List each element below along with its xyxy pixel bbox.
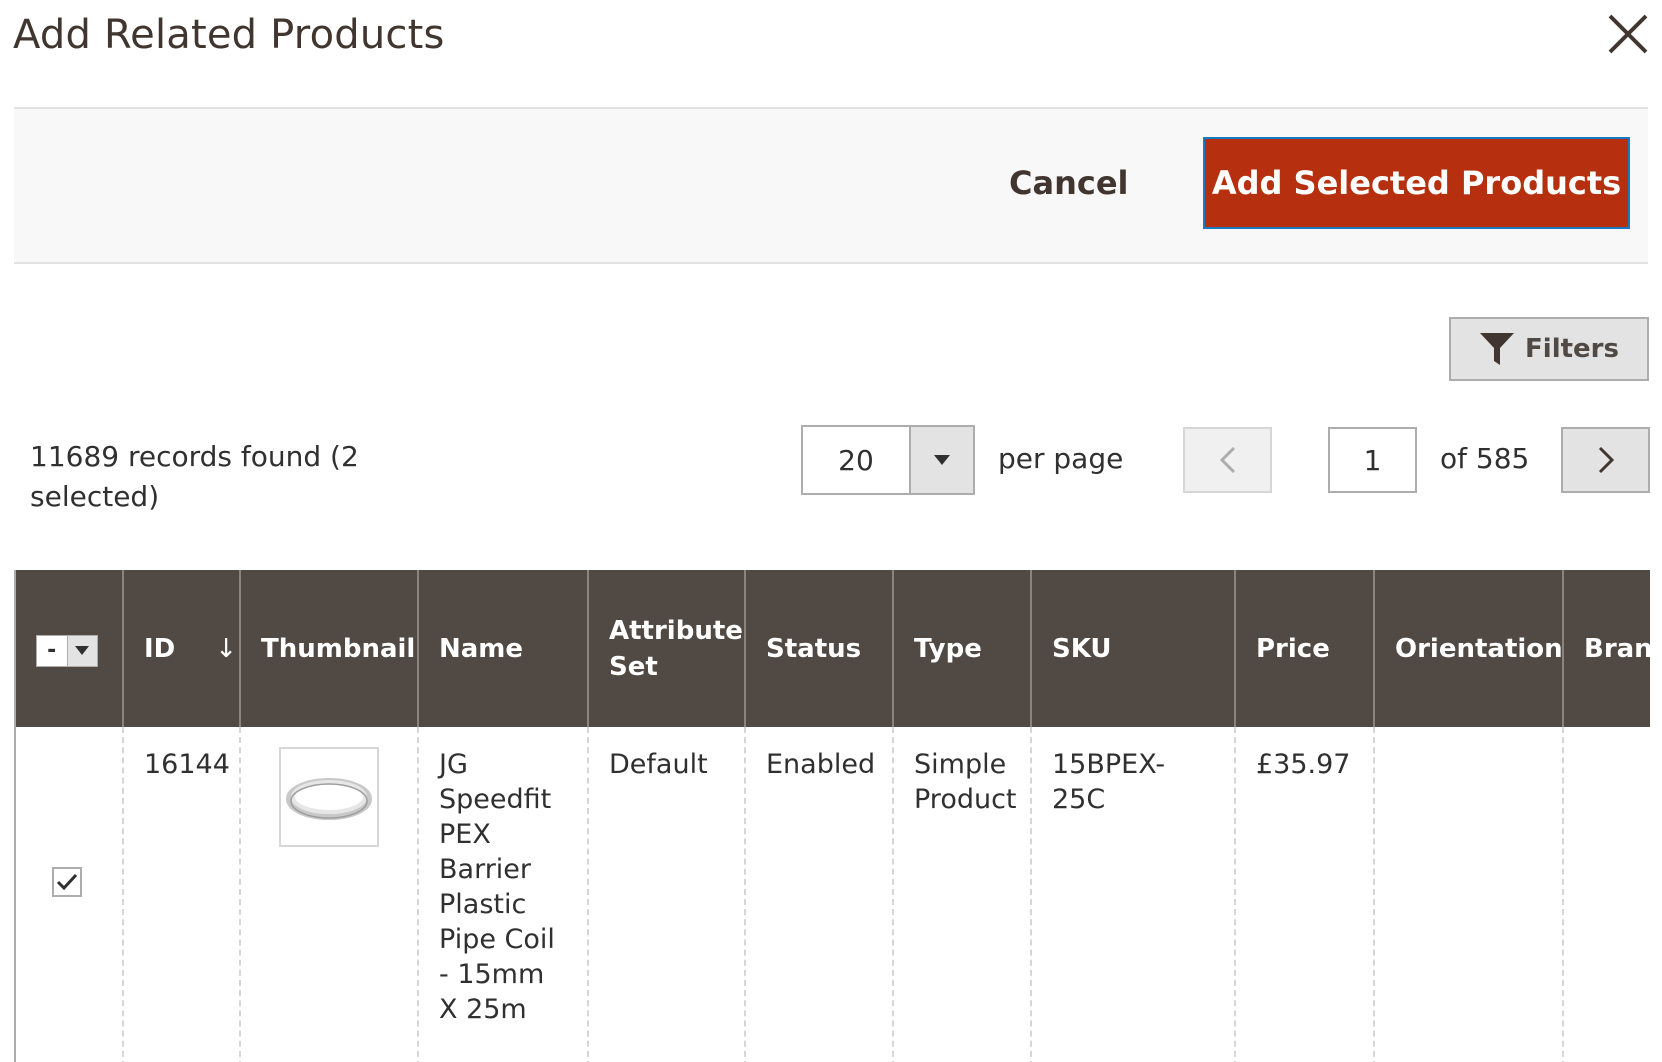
table-row: 16144 JG Speedfit PEX Barrier Plastic Pi… — [16, 727, 1650, 1062]
column-header-thumbnail: Thumbnail — [240, 570, 419, 727]
chevron-left-icon — [1219, 446, 1235, 474]
table-header-row: - ID ↓ Thumbnail Name Attribute Set Statu… — [16, 570, 1650, 727]
cell-status: Enabled — [745, 727, 894, 1062]
column-header-type[interactable]: Type — [893, 570, 1032, 727]
column-header-id[interactable]: ID ↓ — [123, 570, 241, 727]
column-header-attribute-set[interactable]: Attribute Set — [588, 570, 746, 727]
pipe-coil-icon — [286, 778, 372, 820]
close-icon — [1608, 14, 1648, 54]
cell-sku: 15BPEX-25C — [1031, 727, 1236, 1062]
cell-thumbnail — [240, 727, 419, 1062]
column-header-status[interactable]: Status — [745, 570, 894, 727]
row-checkbox[interactable] — [52, 867, 82, 897]
funnel-icon — [1480, 333, 1515, 365]
cell-orientation — [1374, 727, 1564, 1062]
mass-select-dropdown[interactable]: - — [36, 634, 98, 667]
modal-action-bar: Cancel Add Selected Products — [14, 107, 1648, 264]
total-pages: of 585 — [1440, 442, 1530, 475]
per-page-select[interactable]: 20 — [801, 425, 975, 495]
cell-name: JG Speedfit PEX Barrier Plastic Pipe Coi… — [418, 727, 589, 1062]
per-page-value: 20 — [838, 443, 874, 477]
products-table: - ID ↓ Thumbnail Name Attribute Set Statu… — [16, 570, 1650, 1062]
modal-title: Add Related Products — [13, 12, 445, 58]
close-button[interactable] — [1604, 10, 1652, 58]
column-header-sku[interactable]: SKU — [1031, 570, 1236, 727]
add-selected-products-button[interactable]: Add Selected Products — [1203, 137, 1630, 229]
checkmark-icon — [56, 873, 78, 891]
column-label-id: ID — [144, 633, 176, 664]
caret-down-icon — [934, 455, 950, 465]
product-thumbnail[interactable] — [279, 747, 379, 847]
column-header-name[interactable]: Name — [418, 570, 589, 727]
sort-descending-icon: ↓ — [215, 633, 238, 664]
cell-id: 16144 — [123, 727, 241, 1062]
mass-select-header: - — [16, 570, 124, 727]
cell-price: £35.97 — [1235, 727, 1375, 1062]
previous-page-button[interactable] — [1183, 427, 1272, 493]
mass-select-symbol: - — [47, 637, 57, 663]
cell-brand — [1563, 727, 1650, 1062]
column-header-orientation[interactable]: Orientation — [1374, 570, 1564, 727]
filters-button[interactable]: Filters — [1449, 317, 1649, 381]
row-select-cell — [16, 727, 124, 1062]
cell-type: Simple Product — [893, 727, 1032, 1062]
filters-label: Filters — [1525, 334, 1619, 364]
column-header-brand[interactable]: Brand — [1563, 570, 1650, 727]
chevron-down-icon — [66, 635, 97, 666]
current-page-input[interactable] — [1328, 427, 1417, 493]
column-header-price[interactable]: Price — [1235, 570, 1375, 727]
cancel-button[interactable]: Cancel — [1009, 164, 1129, 202]
records-count: 11689 records found (2 selected) — [30, 440, 359, 513]
per-page-label: per page — [998, 442, 1124, 475]
per-page-dropdown-button[interactable] — [909, 427, 973, 493]
products-grid: - ID ↓ Thumbnail Name Attribute Set Statu… — [14, 570, 1650, 1062]
cell-attribute-set: Default — [588, 727, 746, 1062]
chevron-right-icon — [1598, 446, 1614, 474]
next-page-button[interactable] — [1561, 427, 1650, 493]
